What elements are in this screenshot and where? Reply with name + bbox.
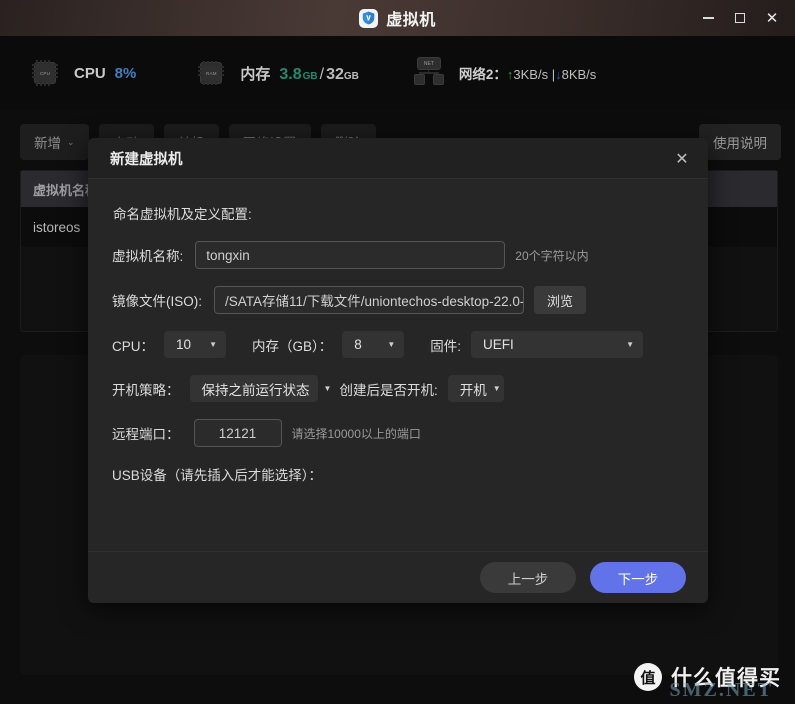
add-vm-label: 新增 — [34, 136, 61, 151]
firmware-value: UEFI — [483, 337, 514, 352]
memory-used: 3.8 — [279, 65, 302, 83]
boot-policy-select[interactable]: 保持之前运行状态 ▼ — [189, 375, 331, 402]
memory-size-select[interactable]: 8 ▼ — [342, 331, 405, 358]
chevron-down-icon: ▼ — [323, 384, 332, 393]
watermark-badge: 值 — [634, 663, 662, 691]
field-remote-port: 远程端口： 12121 请选择10000以上的端口 — [112, 419, 684, 447]
add-vm-button[interactable]: 新增 ⌄ — [20, 124, 89, 160]
dialog-title: 新建虚拟机 — [110, 151, 183, 168]
firmware-select[interactable]: UEFI ▼ — [471, 331, 644, 358]
vm-name-cell: istoreos — [33, 219, 81, 235]
window-title-group: 虚拟机 — [359, 6, 436, 30]
iso-label: 镜像文件(ISO): — [112, 294, 202, 309]
stat-network: NET 网络2：↑3KB/s |↓8KB/s — [411, 57, 596, 89]
minimize-icon[interactable] — [693, 4, 723, 32]
stat-cpu: CPU CPU 8% — [28, 56, 136, 90]
network-label: 网络2： — [458, 67, 507, 82]
shield-v-icon — [359, 8, 379, 28]
field-row-boot: 开机策略： 保持之前运行状态 ▼ 创建后是否开机: 开机 ▼ — [112, 375, 684, 402]
field-row-hardware: CPU： 10 ▼ 内存（GB）： 8 ▼ 固件: UEFI ▼ — [112, 331, 684, 358]
cpu-chip-icon: CPU — [28, 56, 62, 90]
window-title: 虚拟机 — [386, 12, 436, 29]
app-window: 虚拟机 ✕ CPU CPU 8% RAM 内存 3.8 GB / 32 GB N… — [0, 0, 795, 704]
field-iso: 镜像文件(ISO): /SATA存储11/下载文件/uniontechos-de… — [112, 286, 684, 314]
firmware-label: 固件: — [430, 338, 462, 354]
system-stats-bar: CPU CPU 8% RAM 内存 3.8 GB / 32 GB NET 网络2… — [0, 36, 795, 110]
dialog-body: 命名虚拟机及定义配置: 虚拟机名称: tongxin 20个字符以内 镜像文件(… — [88, 179, 708, 551]
dialog-section-title: 命名虚拟机及定义配置: — [113, 207, 252, 222]
cpu-count-select[interactable]: 10 ▼ — [164, 331, 227, 358]
vm-name-hint: 20个字符以内 — [515, 248, 589, 263]
memory-total-unit: GB — [343, 70, 359, 82]
memory-separator: / — [319, 65, 325, 83]
network-icon: NET — [411, 57, 447, 89]
chevron-down-icon: ▼ — [626, 340, 635, 349]
help-label: 使用说明 — [713, 136, 767, 151]
power-after-create-label: 创建后是否开机: — [339, 382, 438, 398]
help-button[interactable]: 使用说明 — [699, 124, 781, 160]
memory-size-value: 8 — [354, 337, 362, 352]
ram-chip-icon: RAM — [194, 56, 228, 90]
boot-policy-label: 开机策略： — [112, 382, 180, 398]
usb-devices-label: USB设备（请先插入后才能选择）： — [112, 468, 323, 483]
remote-port-input[interactable]: 12121 — [193, 419, 282, 447]
memory-total: 32 — [326, 65, 344, 83]
chevron-down-icon: ▼ — [209, 340, 218, 349]
watermark-sub: SMZ.NET — [669, 679, 773, 701]
chevron-down-icon: ▼ — [492, 384, 501, 393]
remote-port-hint: 请选择10000以上的端口 — [291, 426, 421, 441]
cpu-value: 8% — [114, 64, 137, 82]
maximize-icon[interactable] — [725, 4, 755, 32]
memory-used-unit: GB — [302, 70, 318, 82]
iso-path-input[interactable]: /SATA存储11/下载文件/uniontechos-desktop-22.0-… — [214, 286, 524, 314]
network-down-value: 8KB/s — [561, 67, 597, 82]
window-titlebar: 虚拟机 ✕ — [0, 0, 795, 36]
field-vm-name: 虚拟机名称: tongxin 20个字符以内 — [112, 241, 684, 269]
browse-button[interactable]: 浏览 — [534, 286, 587, 314]
prev-step-button[interactable]: 上一步 — [480, 562, 576, 593]
memory-size-label: 内存（GB）： — [252, 338, 333, 354]
vm-name-input[interactable]: tongxin — [195, 241, 506, 269]
dialog-footer: 上一步 下一步 — [88, 551, 708, 603]
boot-policy-value: 保持之前运行状态 — [201, 382, 310, 398]
cpu-label: CPU — [74, 64, 106, 82]
stat-memory: RAM 内存 3.8 GB / 32 GB — [194, 56, 359, 90]
chevron-down-icon: ⌄ — [67, 136, 75, 147]
net-chip-label: NET — [423, 60, 434, 67]
cpu-count-value: 10 — [176, 337, 192, 352]
next-step-button[interactable]: 下一步 — [590, 562, 686, 593]
window-controls: ✕ — [693, 0, 787, 36]
network-up-value: 3KB/s — [513, 67, 549, 82]
close-icon[interactable]: ✕ — [670, 147, 694, 171]
chevron-down-icon: ▼ — [387, 340, 396, 349]
remote-port-label: 远程端口： — [112, 427, 180, 442]
new-vm-dialog: 新建虚拟机 ✕ 命名虚拟机及定义配置: 虚拟机名称: tongxin 20个字符… — [88, 138, 708, 603]
cpu-count-label: CPU： — [112, 338, 155, 354]
dialog-header: 新建虚拟机 ✕ — [88, 138, 708, 179]
power-after-create-select[interactable]: 开机 ▼ — [447, 375, 504, 402]
memory-label: 内存 — [240, 65, 271, 83]
power-after-create-value: 开机 — [459, 382, 487, 398]
vm-name-label: 虚拟机名称: — [112, 249, 184, 264]
close-icon[interactable]: ✕ — [757, 4, 787, 32]
